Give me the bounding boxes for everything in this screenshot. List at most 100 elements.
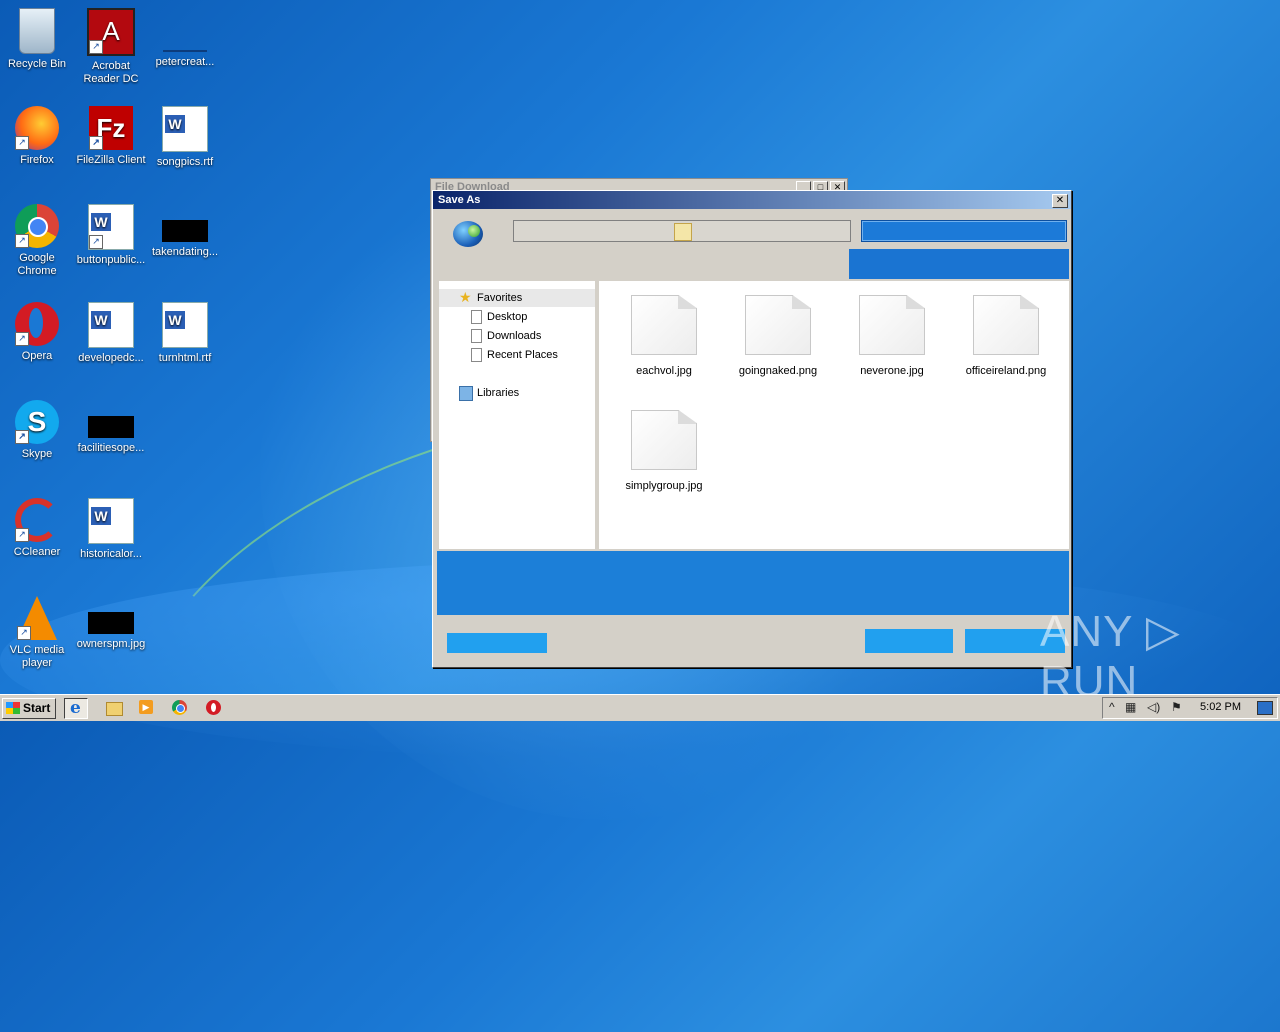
desktop-icon-petercreat[interactable]: petercreat... (148, 8, 222, 69)
action-center-flag-icon[interactable]: ⚑ (1171, 700, 1182, 714)
nav-label: Downloads (487, 330, 542, 342)
page-icon (471, 329, 482, 343)
file-name: goingnaked.png (738, 365, 818, 377)
desktop-icon-facilitiesope[interactable]: facilitiesope... (74, 400, 148, 455)
desktop-icon-historicalor[interactable]: historicalor... (74, 498, 148, 561)
desktop-icon-recycle-bin[interactable]: Recycle Bin (0, 8, 74, 71)
navigation-bar (437, 217, 1067, 247)
nav-item-downloads[interactable]: Downloads (439, 327, 541, 345)
nav-item-desktop[interactable]: Desktop (439, 308, 527, 326)
show-desktop-icon[interactable] (1257, 701, 1273, 715)
file-thumbnail-icon (162, 220, 208, 242)
file-icon (631, 410, 697, 470)
clock[interactable]: 5:02 PM (1200, 701, 1241, 713)
start-button[interactable]: Start (2, 698, 56, 719)
file-name: simplygroup.jpg (625, 480, 703, 492)
desktop-icon-label: petercreat... (155, 56, 215, 68)
word-document-icon (88, 302, 134, 348)
desktop-icon-label: Acrobat Reader DC (83, 60, 139, 85)
file-icon (163, 8, 207, 52)
windows-logo-icon (6, 702, 20, 714)
desktop-icon-label: historicalor... (80, 548, 142, 560)
system-tray: ^ ▦ ◁) ⚑ 5:02 PM (1102, 697, 1278, 719)
opera-taskbar-icon[interactable] (202, 698, 224, 717)
desktop-icon-firefox[interactable]: ↗ Firefox (0, 106, 74, 167)
shortcut-arrow-icon: ↗ (89, 235, 103, 249)
vlc-icon: ↗ (17, 596, 57, 640)
desktop-icon-filezilla[interactable]: Fz ↗ FileZilla Client (74, 106, 148, 167)
desktop-icon-chrome[interactable]: ↗ Google Chrome (0, 204, 74, 278)
desktop-icon-acrobat[interactable]: A ↗ Acrobat Reader DC (74, 8, 148, 86)
file-item[interactable]: eachvol.jpg (609, 295, 719, 377)
file-thumbnail-icon (88, 612, 134, 634)
desktop-icon-label: Skype (21, 448, 53, 460)
hide-folders-button[interactable] (447, 633, 547, 653)
ccleaner-icon: ↗ (15, 498, 59, 542)
desktop-icon-label: developedc... (78, 352, 144, 364)
volume-icon[interactable]: ◁) (1147, 700, 1160, 714)
globe-icon (453, 221, 483, 247)
desktop-icon-skype[interactable]: S ↗ Skype (0, 400, 74, 461)
file-name: eachvol.jpg (636, 365, 692, 377)
desktop-icon-opera[interactable]: ↗ Opera (0, 302, 74, 363)
save-button[interactable] (865, 629, 953, 653)
file-list: eachvol.jpg goingnaked.png neverone.jpg … (599, 281, 1069, 549)
desktop-icon-label: turnhtml.rtf (158, 352, 212, 364)
desktop-icon-label: ownerspm.jpg (76, 638, 146, 650)
recycle-bin-icon (19, 8, 55, 54)
nav-item-libraries[interactable]: Libraries (439, 384, 519, 402)
desktop-icon-songpics[interactable]: songpics.rtf (148, 106, 222, 169)
desktop-icon-ccleaner[interactable]: ↗ CCleaner (0, 498, 74, 559)
navigation-pane: ★ Favorites Desktop Downloads Recent Pla… (439, 281, 598, 549)
desktop-icon-developedc[interactable]: developedc... (74, 302, 148, 365)
desktop-icon-ownerspm[interactable]: ownerspm.jpg (74, 596, 148, 651)
word-document-icon (162, 302, 208, 348)
shortcut-arrow-icon: ↗ (89, 136, 103, 150)
desktop-icon-label: VLC media player (9, 644, 65, 669)
desktop-icon-buttonpublic[interactable]: ↗ buttonpublic... (74, 204, 148, 267)
toolbar-strip-blue (849, 249, 1069, 279)
file-item[interactable]: goingnaked.png (723, 295, 833, 377)
shortcut-arrow-icon: ↗ (15, 234, 29, 248)
page-icon (471, 310, 482, 324)
chrome-taskbar-icon[interactable] (168, 698, 190, 717)
desktop-icon-label: Recycle Bin (7, 58, 67, 70)
page-icon (471, 348, 482, 362)
desktop-icon-takendating[interactable]: takendating... (148, 204, 222, 259)
shortcut-arrow-icon: ↗ (15, 528, 29, 542)
media-player-taskbar-icon[interactable] (135, 698, 157, 717)
filename-area (437, 551, 1069, 615)
nav-label: Libraries (477, 387, 520, 399)
file-item[interactable]: neverone.jpg (837, 295, 947, 377)
desktop-icon-label: buttonpublic... (76, 254, 146, 266)
file-name: officeireland.png (965, 365, 1047, 377)
shortcut-arrow-icon: ↗ (17, 626, 31, 640)
desktop-icon-turnhtml[interactable]: turnhtml.rtf (148, 302, 222, 365)
folder-icon (674, 223, 692, 241)
search-box[interactable] (861, 220, 1067, 242)
desktop-icon-label: songpics.rtf (156, 156, 214, 168)
file-item[interactable]: simplygroup.jpg (609, 410, 719, 492)
network-icon[interactable]: ▦ (1125, 700, 1136, 714)
file-item[interactable]: officeireland.png (951, 295, 1061, 377)
start-label: Start (23, 701, 51, 715)
explorer-taskbar-icon[interactable] (102, 698, 124, 717)
file-thumbnail-icon (88, 416, 134, 438)
desktop-icon-vlc[interactable]: ↗ VLC media player (0, 596, 74, 670)
address-bar[interactable] (513, 220, 851, 242)
show-hidden-icons-icon[interactable]: ^ (1109, 700, 1115, 714)
desktop-icon-label: takendating... (151, 246, 219, 258)
anyrun-watermark: ANY ▷ RUN (1040, 607, 1181, 706)
nav-label: Desktop (487, 311, 528, 323)
internet-explorer-taskbar-icon[interactable] (64, 698, 88, 719)
shortcut-arrow-icon: ↗ (89, 40, 103, 54)
file-name: neverone.jpg (860, 365, 924, 377)
chrome-icon: ↗ (15, 204, 59, 248)
taskbar: Start ^ ▦ ◁) ⚑ 5:02 PM (0, 694, 1280, 721)
nav-label: Recent Places (487, 349, 558, 361)
save-as-title: Save As (433, 191, 1071, 209)
close-button[interactable]: ✕ (1052, 194, 1068, 208)
nav-item-favorites[interactable]: ★ Favorites (439, 289, 595, 307)
nav-item-recent-places[interactable]: Recent Places (439, 346, 558, 364)
opera-icon: ↗ (15, 302, 59, 346)
